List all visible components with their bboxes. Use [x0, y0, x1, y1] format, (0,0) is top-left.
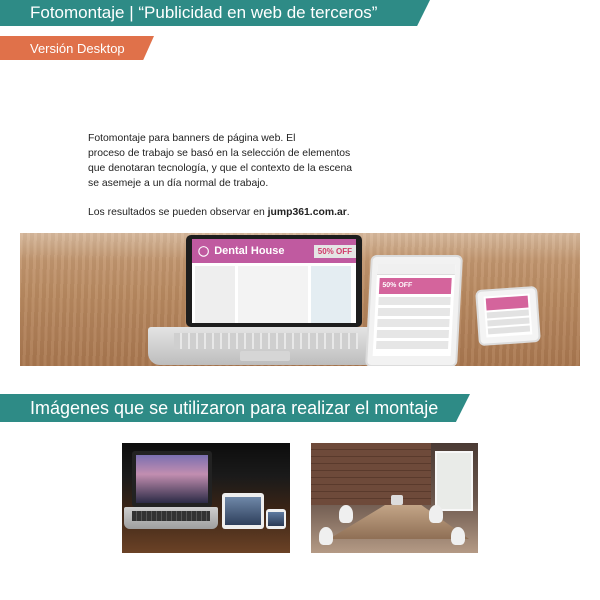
hero-photomontage: ◯ Dental House 50% OFF 50% OFF	[20, 233, 580, 366]
site-banner: ◯ Dental House 50% OFF	[192, 239, 356, 263]
source-photo-office	[311, 443, 478, 553]
description-block: Fotomontaje para banners de página web. …	[88, 131, 398, 220]
version-label: Versión Desktop	[30, 40, 125, 56]
site-body	[192, 263, 356, 323]
tablet-offer: 50% OFF	[382, 282, 413, 289]
description-line-2: proceso de trabajo se basó en la selecci…	[88, 148, 351, 159]
laptop-screen: ◯ Dental House 50% OFF	[186, 235, 362, 327]
laptop-keyboard	[148, 327, 384, 365]
description-line-3: que denotaran tecnología, y que el conte…	[88, 163, 353, 174]
results-link[interactable]: jump361.com.ar	[268, 207, 347, 218]
source-photo-devices	[122, 443, 290, 553]
results-prefix: Los resultados se pueden observar en	[88, 207, 268, 218]
results-text: Los resultados se pueden observar en jum…	[88, 205, 398, 220]
site-offer: 50% OFF	[313, 244, 356, 258]
site-name: Dental House	[214, 245, 285, 257]
description-line-4: se asemeje a un día normal de trabajo.	[88, 178, 269, 189]
results-suffix: .	[346, 207, 350, 218]
tablet-device: 50% OFF	[365, 255, 463, 366]
description-line-1: Fotomontaje para banners de página web. …	[88, 133, 296, 144]
phone-device	[475, 285, 541, 347]
tooth-icon: ◯	[198, 245, 210, 257]
version-badge: Versión Desktop	[0, 36, 154, 60]
section-title: Imágenes que se utilizaron para realizar…	[30, 397, 439, 418]
page-title: Fotomontaje | “Publicidad en web de terc…	[30, 3, 378, 22]
page-title-banner: Fotomontaje | “Publicidad en web de terc…	[0, 0, 430, 26]
section-title-banner: Imágenes que se utilizaron para realizar…	[0, 394, 470, 422]
tablet-ad: 50% OFF	[378, 278, 452, 294]
